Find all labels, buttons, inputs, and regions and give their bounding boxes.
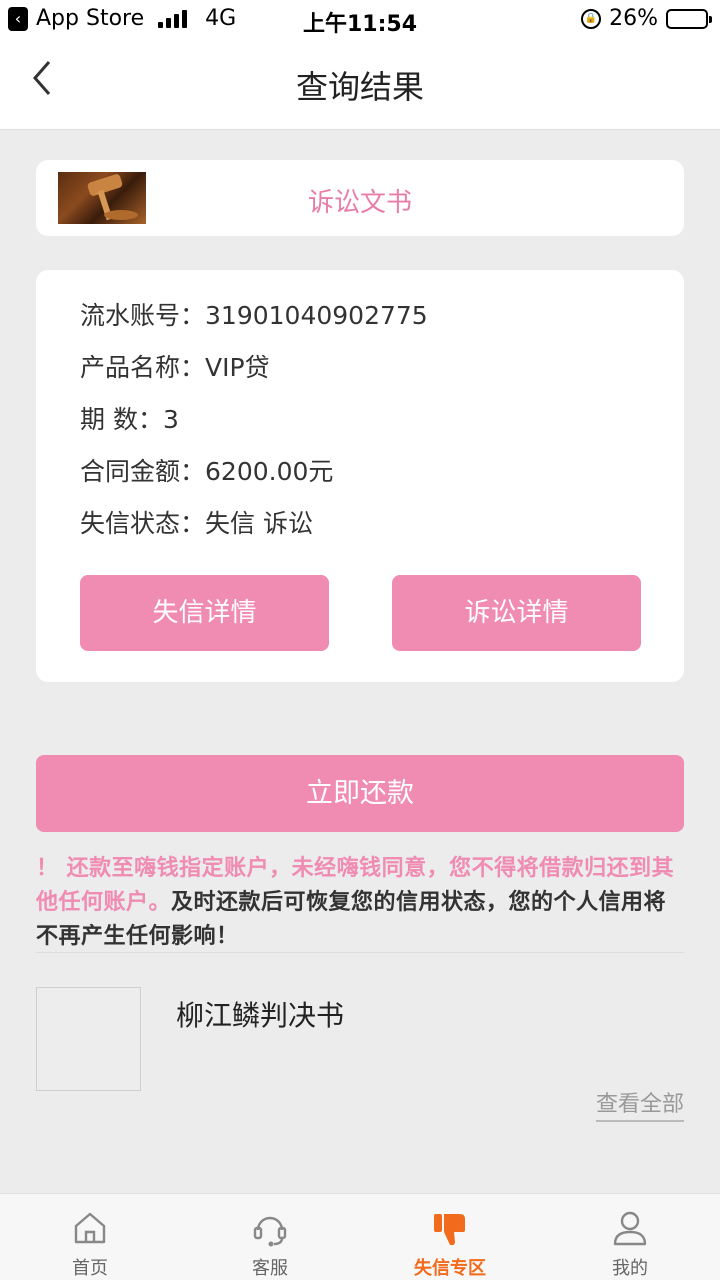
status-right: 🔒 26% [581, 6, 712, 31]
repayment-notice: ！ 还款至嗨钱指定账户，未经嗨钱同意，您不得将借款归还到其他任何账户。及时还款后… [36, 852, 686, 954]
headset-icon [253, 1216, 287, 1247]
tab-mine[interactable]: 我的 [540, 1194, 720, 1280]
verdict-title[interactable]: 柳江鳞判决书 [176, 994, 344, 1034]
info-value: 6200.00元 [205, 457, 334, 486]
tab-label: 我的 [612, 1258, 648, 1279]
divider [36, 952, 684, 953]
tab-label: 失信专区 [414, 1258, 486, 1279]
user-icon [613, 1211, 647, 1246]
info-value: 失信 诉讼 [205, 509, 313, 538]
info-row-product: 产品名称：VIP贷 [80, 348, 270, 384]
tab-label: 首页 [72, 1258, 108, 1279]
info-row-status: 失信状态：失信 诉讼 [80, 504, 313, 540]
rotation-lock-icon: 🔒 [581, 8, 602, 29]
back-button[interactable] [24, 58, 60, 98]
info-value: 3 [162, 405, 179, 434]
battery-percent: 26% [609, 6, 658, 31]
thumbs-down-icon [434, 1214, 465, 1245]
tab-home[interactable]: 首页 [0, 1194, 180, 1280]
litigation-detail-button[interactable]: 诉讼详情 [392, 575, 641, 651]
info-row-periods: 期 数：3 [80, 400, 179, 436]
info-value: VIP贷 [205, 353, 270, 382]
view-all-link[interactable]: 查看全部 [595, 1086, 684, 1122]
status-bar: ‹ App Store 4G 上午11:54 🔒 26% [0, 0, 720, 38]
info-value: 31901040902775 [205, 301, 428, 330]
page-title: 查询结果 [295, 68, 424, 106]
chevron-left-icon [33, 61, 51, 95]
home-icon [74, 1212, 106, 1244]
info-label: 流水账号： [80, 301, 206, 330]
info-label: 失信状态： [80, 509, 206, 538]
info-label: 产品名称： [80, 353, 206, 382]
info-row-amount: 合同金额：6200.00元 [80, 452, 333, 488]
tab-bar: 首页 客服 失信专区 我的 [0, 1193, 720, 1280]
repay-now-button[interactable]: 立即还款 [36, 755, 684, 832]
tab-credit-zone[interactable]: 失信专区 [360, 1194, 540, 1280]
info-label: 合同金额： [80, 457, 206, 486]
tab-label: 客服 [252, 1258, 288, 1279]
document-title: 诉讼文书 [307, 188, 412, 218]
document-card[interactable]: 诉讼文书 [36, 160, 684, 236]
verdict-thumbnail[interactable] [36, 987, 141, 1091]
info-card: 流水账号：31901040902775 产品名称：VIP贷 期 数：3 合同金额… [36, 270, 684, 682]
nav-bar: 查询结果 [0, 38, 720, 130]
default-detail-button[interactable]: 失信详情 [80, 575, 329, 651]
battery-icon [666, 8, 712, 29]
info-label: 期 数： [80, 405, 163, 434]
info-row-serial: 流水账号：31901040902775 [80, 296, 428, 332]
tab-service[interactable]: 客服 [180, 1194, 360, 1280]
